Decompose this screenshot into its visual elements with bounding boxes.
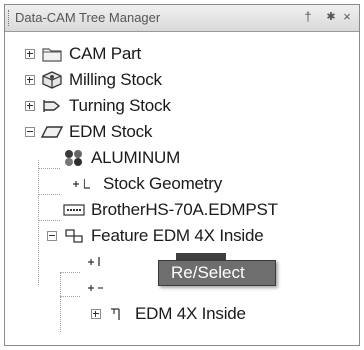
post-processor-icon xyxy=(63,204,85,216)
tree-item-label: Milling Stock xyxy=(69,70,162,89)
tree-item-hidden-child-2[interactable] xyxy=(83,276,111,300)
stock-geometry-icon xyxy=(73,179,90,189)
tree-item-label: CAM Part xyxy=(69,44,142,63)
tree-item-hidden-child-1[interactable] xyxy=(83,250,111,274)
tree-item-label: Feature EDM 4X Inside xyxy=(91,226,264,245)
expand-toggle[interactable] xyxy=(91,309,101,319)
tree-manager-panel: Data-CAM Tree Manager † ✱ × CAM Part Mil… xyxy=(4,4,360,346)
tree-item-edm-stock[interactable]: EDM Stock xyxy=(25,120,152,144)
plus-marker-icon xyxy=(88,285,103,291)
material-icon xyxy=(65,150,82,166)
expand-toggle[interactable] xyxy=(25,49,35,59)
tree-item-stock-geometry[interactable]: Stock Geometry xyxy=(63,172,222,196)
collapse-toggle[interactable] xyxy=(47,231,57,241)
drag-grip-icon[interactable] xyxy=(8,10,12,26)
folder-icon xyxy=(42,48,62,62)
cam-tree: CAM Part Milling Stock Turning Stock EDM… xyxy=(5,32,359,345)
context-menu-reselect[interactable]: Re/Select xyxy=(159,261,275,285)
panel-titlebar[interactable]: Data-CAM Tree Manager † ✱ × xyxy=(5,5,359,32)
feature-icon xyxy=(65,229,83,243)
tree-item-post-processor[interactable]: BrotherHS-70A.EDMPST xyxy=(63,198,278,222)
context-menu: Re/Select xyxy=(158,260,276,286)
tree-item-turning-stock[interactable]: Turning Stock xyxy=(25,94,171,118)
close-icon[interactable]: × xyxy=(339,9,355,25)
expand-toggle[interactable] xyxy=(25,101,35,111)
tree-item-label: Turning Stock xyxy=(69,96,171,115)
tree-item-label: BrotherHS-70A.EDMPST xyxy=(91,200,278,219)
expand-toggle[interactable] xyxy=(25,75,35,85)
panel-title: Data-CAM Tree Manager xyxy=(15,10,161,25)
operation-icon xyxy=(111,308,120,320)
tree-item-aluminum[interactable]: ALUMINUM xyxy=(63,146,180,170)
turning-stock-icon xyxy=(43,100,61,112)
tree-item-label: ALUMINUM xyxy=(91,148,181,167)
tree-item-label: EDM Stock xyxy=(69,122,153,141)
tree-item-feature-edm-4x-inside[interactable]: Feature EDM 4X Inside xyxy=(47,224,264,248)
tree-item-label: EDM 4X Inside xyxy=(135,304,246,323)
collapse-toggle[interactable] xyxy=(25,127,35,137)
tree-item-label: Stock Geometry xyxy=(103,174,223,193)
milling-stock-icon xyxy=(42,71,62,89)
tree-item-milling-stock[interactable]: Milling Stock xyxy=(25,68,162,92)
tree-item-edm-4x-inside[interactable]: EDM 4X Inside xyxy=(91,302,246,326)
float-icon[interactable]: ✱ xyxy=(323,9,339,25)
edm-stock-icon xyxy=(41,126,63,138)
plus-marker-icon xyxy=(88,257,100,266)
pin-icon[interactable]: † xyxy=(300,9,316,25)
tree-item-cam-part[interactable]: CAM Part xyxy=(25,42,141,66)
